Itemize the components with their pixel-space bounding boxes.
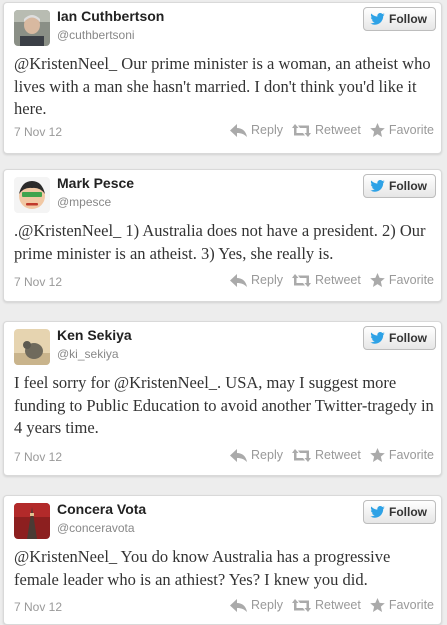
avatar[interactable]: [14, 10, 50, 46]
star-icon: [370, 598, 385, 612]
tweet-date[interactable]: 7 Nov 12: [14, 125, 62, 139]
retweet-button[interactable]: Retweet: [291, 123, 361, 137]
tweet-text: .@KristenNeel_ 1) Australia does not hav…: [14, 221, 426, 263]
star-icon: [370, 448, 385, 462]
retweet-icon: [291, 598, 311, 612]
favorite-button[interactable]: Favorite: [370, 448, 434, 462]
retweet-icon: [291, 448, 311, 462]
tweet-actions: Reply Retweet Favorite: [230, 598, 434, 612]
avatar[interactable]: [14, 329, 50, 365]
reply-button[interactable]: Reply: [230, 123, 283, 137]
reply-button[interactable]: Reply: [230, 273, 283, 287]
retweet-button[interactable]: Retweet: [291, 273, 361, 287]
user-handle[interactable]: @cuthbertsoni: [57, 28, 135, 42]
tweet-text: @KristenNeel_ You do know Australia has …: [14, 547, 391, 589]
reply-button[interactable]: Reply: [230, 598, 283, 612]
reply-label: Reply: [251, 123, 283, 137]
retweet-icon: [291, 123, 311, 137]
twitter-bird-icon: [370, 13, 385, 25]
tweet-card: Ian Cuthbertson @cuthbertsoni Follow @Kr…: [3, 2, 442, 154]
retweet-button[interactable]: Retweet: [291, 448, 361, 462]
favorite-label: Favorite: [388, 123, 434, 137]
avatar[interactable]: [14, 503, 50, 539]
tweet-actions: Reply Retweet Favorite: [230, 448, 434, 462]
reply-button[interactable]: Reply: [230, 448, 283, 462]
retweet-label: Retweet: [314, 448, 361, 462]
user-name[interactable]: Concera Vota: [57, 501, 146, 517]
twitter-bird-icon: [370, 506, 385, 518]
user-handle[interactable]: @ki_sekiya: [57, 347, 119, 361]
tweet-actions: Reply Retweet Favorite: [230, 273, 434, 287]
favorite-label: Favorite: [388, 598, 434, 612]
follow-label: Follow: [389, 12, 427, 26]
follow-label: Follow: [389, 505, 427, 519]
tweet-date[interactable]: 7 Nov 12: [14, 600, 62, 614]
retweet-label: Retweet: [314, 123, 361, 137]
follow-button[interactable]: Follow: [363, 500, 436, 524]
reply-icon: [230, 273, 248, 287]
tweet-card: Mark Pesce @mpesce Follow .@KristenNeel_…: [3, 169, 442, 302]
tweet-card: Concera Vota @conceravota Follow @Kriste…: [3, 495, 442, 625]
retweet-label: Retweet: [314, 273, 361, 287]
reply-label: Reply: [251, 273, 283, 287]
follow-button[interactable]: Follow: [363, 326, 436, 350]
tweet-actions: Reply Retweet Favorite: [230, 123, 434, 137]
reply-icon: [230, 448, 248, 462]
user-name[interactable]: Ian Cuthbertson: [57, 8, 164, 24]
favorite-label: Favorite: [388, 273, 434, 287]
reply-icon: [230, 123, 248, 137]
follow-button[interactable]: Follow: [363, 174, 436, 198]
retweet-icon: [291, 273, 311, 287]
star-icon: [370, 273, 385, 287]
favorite-label: Favorite: [388, 448, 434, 462]
follow-button[interactable]: Follow: [363, 7, 436, 31]
twitter-bird-icon: [370, 332, 385, 344]
star-icon: [370, 123, 385, 137]
tweet-date[interactable]: 7 Nov 12: [14, 450, 62, 464]
tweet-text: I feel sorry for @KristenNeel_. USA, may…: [14, 373, 434, 437]
user-name[interactable]: Mark Pesce: [57, 175, 134, 191]
retweet-button[interactable]: Retweet: [291, 598, 361, 612]
tweet-text: @KristenNeel_ Our prime minister is a wo…: [14, 54, 431, 118]
favorite-button[interactable]: Favorite: [370, 273, 434, 287]
follow-label: Follow: [389, 179, 427, 193]
avatar[interactable]: [14, 177, 50, 213]
retweet-label: Retweet: [314, 598, 361, 612]
follow-label: Follow: [389, 331, 427, 345]
reply-icon: [230, 598, 248, 612]
twitter-bird-icon: [370, 180, 385, 192]
user-handle[interactable]: @mpesce: [57, 195, 111, 209]
tweet-card: Ken Sekiya @ki_sekiya Follow I feel sorr…: [3, 321, 442, 476]
user-name[interactable]: Ken Sekiya: [57, 327, 132, 343]
favorite-button[interactable]: Favorite: [370, 123, 434, 137]
reply-label: Reply: [251, 448, 283, 462]
user-handle[interactable]: @conceravota: [57, 521, 135, 535]
reply-label: Reply: [251, 598, 283, 612]
tweet-date[interactable]: 7 Nov 12: [14, 275, 62, 289]
favorite-button[interactable]: Favorite: [370, 598, 434, 612]
